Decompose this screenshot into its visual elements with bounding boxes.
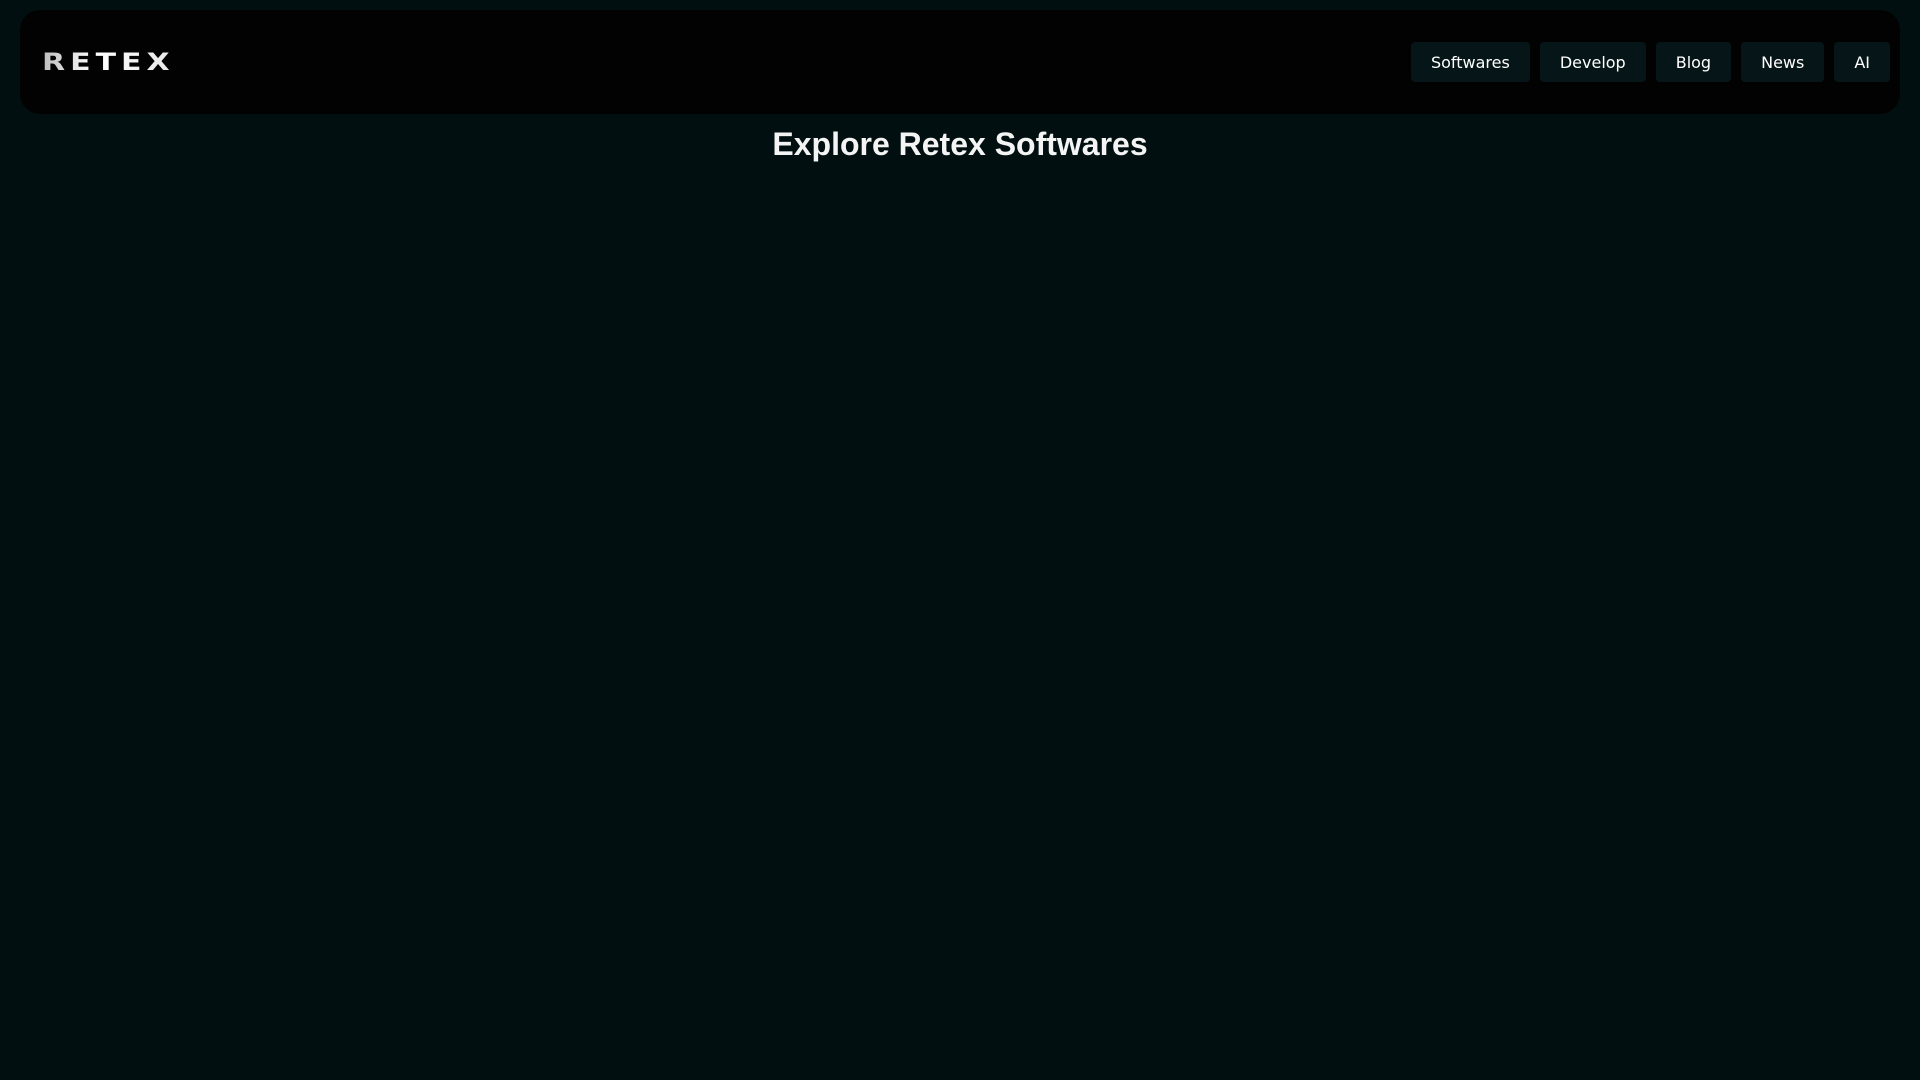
retex-logo[interactable]: RETEX <box>42 44 170 80</box>
nav-links: Softwares Develop Blog News AI <box>1410 42 1890 82</box>
logo-wordmark: RETEX <box>42 48 175 76</box>
page-title: Explore Retex Softwares <box>772 126 1148 162</box>
nav-ai-button[interactable]: AI <box>1834 42 1890 82</box>
nav-softwares-button[interactable]: Softwares <box>1410 42 1530 82</box>
nav-blog-button[interactable]: Blog <box>1655 42 1732 82</box>
nav-develop-button[interactable]: Develop <box>1539 42 1646 82</box>
top-navbar: RETEX Softwares Develop Blog News AI <box>20 10 1900 114</box>
nav-news-button[interactable]: News <box>1741 42 1825 82</box>
page: RETEX Softwares Develop Blog News AI Exp… <box>0 0 1920 1080</box>
